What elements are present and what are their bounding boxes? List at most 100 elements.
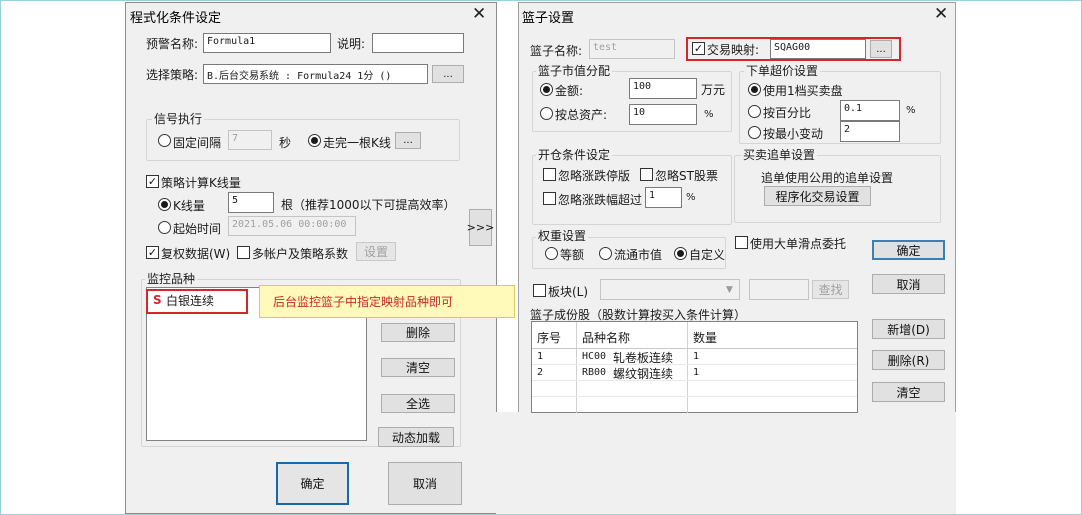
cancel-button[interactable]: 取消	[388, 462, 462, 505]
table-cell-qty: 1	[693, 351, 700, 362]
add-component-button[interactable]: 新增(D)	[872, 319, 945, 339]
multi-account-checkbox[interactable]	[237, 246, 250, 259]
table-divider	[576, 322, 577, 413]
start-time-label: 起始时间	[173, 222, 222, 236]
close-icon[interactable]: ✕	[934, 6, 948, 23]
basket-settings-dialog: 篮子设置 ✕ 篮子名称: test ✓ 交易映射: SQAG00 ... 篮子市…	[518, 2, 956, 413]
after-bar-radio[interactable]	[308, 134, 321, 147]
by-percent-radio[interactable]	[748, 105, 761, 118]
total-assets-radio[interactable]	[540, 107, 553, 120]
table-divider	[532, 348, 857, 349]
trade-map-browse-button[interactable]: ...	[870, 40, 892, 58]
select-all-button[interactable]: 全选	[381, 394, 455, 413]
delete-button[interactable]: 删除	[381, 323, 455, 342]
signal-group-label: 信号执行	[152, 110, 205, 127]
total-assets-unit: %	[704, 109, 714, 120]
program-trade-button[interactable]: 程序化交易设置	[764, 186, 871, 206]
calc-bars-checkbox[interactable]: ✓	[146, 175, 159, 188]
ignore-range-input[interactable]: 1	[645, 187, 682, 208]
amount-radio[interactable]	[540, 83, 553, 96]
fixed-interval-radio[interactable]	[158, 134, 171, 147]
sector-search-input[interactable]	[749, 279, 809, 300]
strategy-condition-dialog: 程式化条件设定 ✕ 预警名称: Formula1 说明: 选择策略: B.后台交…	[125, 2, 497, 514]
ignore-range-label: 忽略涨跌幅超过	[558, 193, 643, 207]
bar-count-hint: 根（推荐1000以下可提高效率）	[281, 198, 456, 212]
use-level1-label: 使用1档买卖盘	[763, 84, 843, 98]
sector-checkbox[interactable]	[533, 284, 546, 297]
equal-weight-radio[interactable]	[545, 247, 558, 260]
annotation-callout: 后台监控篮子中指定映射品种即可	[259, 285, 515, 318]
table-header-name: 品种名称	[582, 331, 631, 345]
basket-name-input[interactable]: test	[589, 39, 675, 59]
monitor-item-name[interactable]: 白银连续	[166, 292, 214, 309]
amount-label: 金额:	[555, 84, 584, 98]
amount-input[interactable]: 100	[629, 78, 697, 99]
start-time-input[interactable]: 2021.05.06 00:00:00	[228, 216, 356, 236]
table-cell-qty: 1	[693, 367, 700, 378]
clear-button[interactable]: 清空	[381, 358, 455, 377]
strategy-select[interactable]: B.后台交易系统 : Formula24 1分 ()	[203, 64, 428, 84]
strategy-browse-button[interactable]: ...	[432, 65, 464, 83]
adjusted-data-checkbox[interactable]: ✓	[146, 246, 159, 259]
ignore-limit-label: 忽略涨跌停版	[558, 169, 631, 183]
search-button[interactable]: 查找	[812, 280, 849, 299]
table-header-index: 序号	[537, 331, 562, 345]
table-header-qty: 数量	[693, 331, 718, 345]
adjusted-data-label: 复权数据(W)	[161, 247, 231, 261]
dynamic-load-button[interactable]: 动态加载	[378, 427, 454, 447]
clear-components-button[interactable]: 清空	[872, 382, 945, 402]
ignore-limit-checkbox[interactable]	[543, 168, 556, 181]
close-icon[interactable]: ✕	[472, 6, 486, 23]
custom-weight-radio[interactable]	[674, 247, 687, 260]
fixed-interval-input[interactable]: 7	[228, 130, 272, 150]
by-min-tick-radio[interactable]	[748, 126, 761, 139]
table-cell-name: 轧卷板连续	[613, 351, 674, 365]
over-price-label: 下单超价设置	[744, 62, 821, 79]
ignore-range-checkbox[interactable]	[543, 192, 556, 205]
after-bar-label: 走完一根K线	[323, 136, 391, 150]
bar-count-input[interactable]: 5	[228, 192, 274, 213]
weight-group-label: 权重设置	[536, 227, 589, 244]
table-divider	[532, 380, 857, 381]
ok-button[interactable]: 确定	[276, 462, 349, 505]
trade-map-input[interactable]: SQAG00	[770, 39, 866, 59]
delete-component-button[interactable]: 删除(R)	[872, 350, 945, 370]
table-cell-index: 2	[537, 367, 544, 378]
ignore-st-checkbox[interactable]	[640, 168, 653, 181]
desc-input[interactable]	[372, 33, 464, 53]
calc-bars-label: 策略计算K线量	[161, 176, 241, 190]
multi-account-label: 多帐户及策略系数	[252, 247, 349, 261]
float-cap-radio[interactable]	[599, 247, 612, 260]
bar-count-radio[interactable]	[158, 198, 171, 211]
alert-name-label: 预警名称:	[146, 37, 199, 51]
table-cell-name: 螺纹钢连续	[613, 367, 674, 381]
expand-button[interactable]: >>>	[467, 209, 494, 246]
by-percent-unit: %	[906, 105, 916, 116]
monitor-item-prefix: S	[153, 293, 162, 307]
table-cell-code: HC00	[582, 351, 607, 362]
sector-select[interactable]	[600, 279, 740, 300]
big-order-checkbox[interactable]	[735, 236, 748, 249]
settings-button[interactable]: 设置	[356, 242, 396, 261]
chase-text: 追单使用公用的追单设置	[761, 171, 894, 185]
open-cond-label: 开仓条件设定	[536, 146, 613, 163]
open-cond-group	[532, 155, 732, 225]
after-bar-browse-button[interactable]: ...	[395, 132, 421, 149]
trade-map-checkbox[interactable]: ✓	[692, 42, 705, 55]
chase-group-label: 买卖追单设置	[741, 146, 818, 163]
use-level1-radio[interactable]	[748, 83, 761, 96]
basket-ok-button[interactable]: 确定	[872, 240, 945, 260]
equal-weight-label: 等额	[560, 248, 585, 262]
custom-weight-label: 自定义	[689, 248, 726, 262]
basket-cancel-button[interactable]: 取消	[872, 274, 945, 294]
ignore-range-unit: %	[686, 192, 696, 203]
alert-name-input[interactable]: Formula1	[203, 33, 331, 53]
by-min-tick-input[interactable]: 2	[840, 121, 900, 142]
bar-count-label: K线量	[173, 199, 205, 213]
by-percent-input[interactable]: 0.1	[840, 100, 900, 121]
basket-dialog-title: 篮子设置	[522, 11, 575, 26]
start-time-radio[interactable]	[158, 221, 171, 234]
total-assets-input[interactable]: 10	[629, 104, 697, 125]
seconds-unit: 秒	[279, 136, 292, 150]
by-percent-label: 按百分比	[763, 106, 812, 120]
